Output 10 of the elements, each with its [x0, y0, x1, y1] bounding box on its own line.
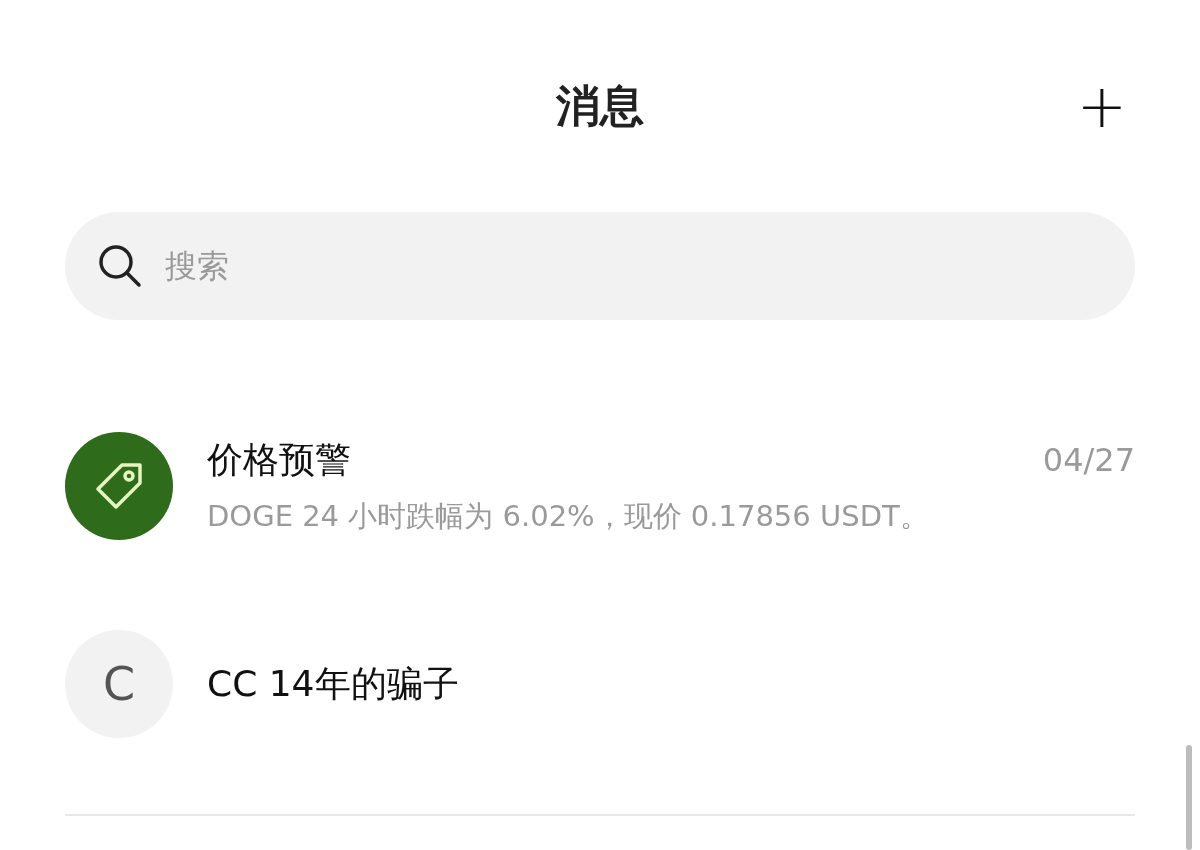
page-title: 消息 — [556, 79, 644, 133]
search-bar[interactable]: 搜索 — [65, 212, 1135, 320]
avatar-letter: C — [102, 657, 136, 711]
conversation-title: CC 14年的骗子 — [207, 661, 459, 706]
search-icon — [97, 243, 143, 289]
message-preview: DOGE 24 小时跌幅为 6.02%，现价 0.17856 USDT。 — [207, 497, 930, 535]
conversation-title: 价格预警 — [207, 437, 351, 482]
search-field[interactable]: 搜索 — [163, 246, 1135, 286]
message-time: 04/27 — [1042, 441, 1135, 479]
add-button[interactable]: + — [1068, 80, 1135, 132]
